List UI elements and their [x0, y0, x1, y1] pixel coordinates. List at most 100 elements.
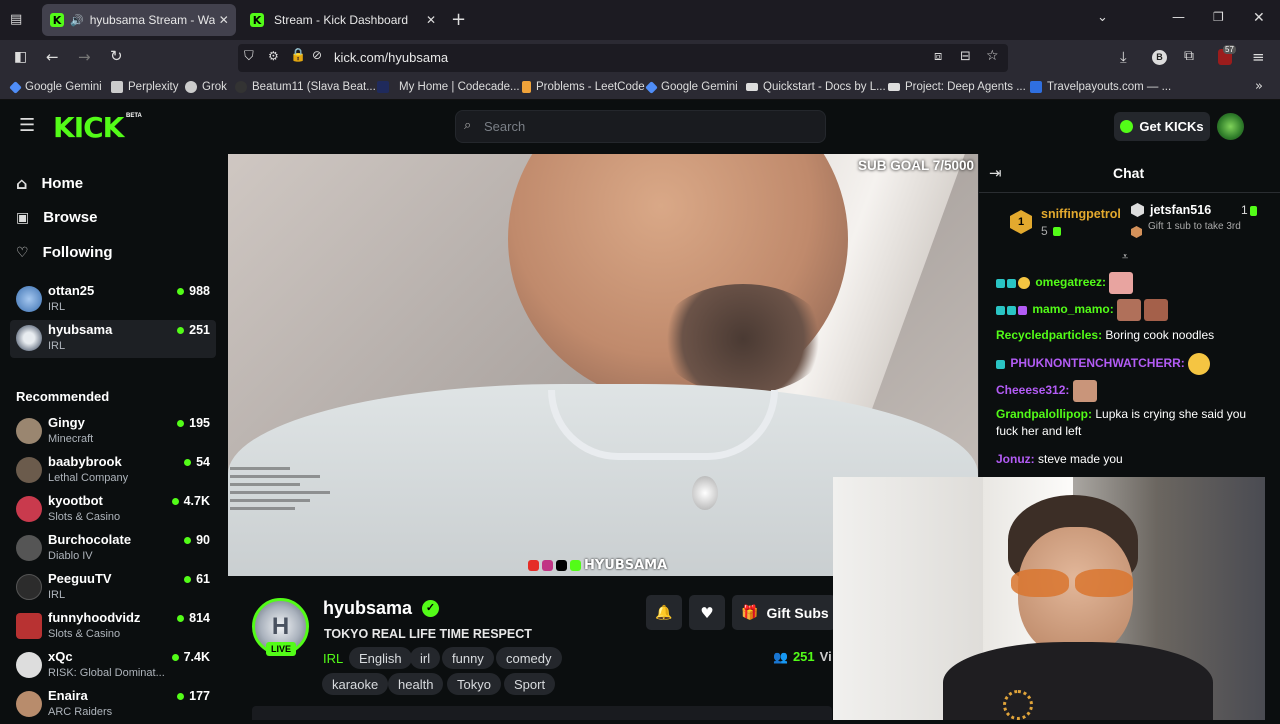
permissions-icon[interactable]: ⚙	[268, 49, 279, 63]
emote-image	[1188, 353, 1211, 375]
recommended-channel[interactable]: Burchocolate Diablo IV 90	[10, 530, 216, 568]
tag-chip[interactable]: Tokyo	[447, 673, 501, 695]
window-close-icon[interactable]: ✕	[1253, 10, 1265, 26]
back-icon[interactable]: ←	[46, 48, 59, 66]
search-input[interactable]: ⌕ Search	[455, 110, 826, 143]
sidebar-item-home[interactable]: ⌂ Home	[16, 174, 83, 193]
bookmark-item[interactable]: Quickstart - Docs by L...	[746, 81, 886, 93]
chat-message: Recycledparticles: Boring cook noodles	[996, 328, 1215, 342]
sidebar-item-browse[interactable]: ▣ Browse	[16, 209, 97, 226]
tab-close-icon[interactable]: ✕	[219, 13, 229, 27]
reload-icon[interactable]: ↻	[110, 47, 123, 65]
bookmark-item[interactable]: Grok	[185, 81, 227, 93]
chat-username[interactable]: omegatreez	[1035, 275, 1102, 289]
kick-icon	[570, 560, 581, 571]
user-avatar[interactable]	[1217, 113, 1244, 140]
tag-chip[interactable]: comedy	[496, 647, 562, 669]
stream-chat-overlay	[230, 462, 340, 572]
sub-badge-icon	[1007, 305, 1016, 315]
avatar	[16, 286, 42, 312]
menu-icon[interactable]: ≡	[1252, 48, 1265, 66]
recommended-channel[interactable]: funnyhoodvidz Slots & Casino 814	[10, 608, 216, 646]
social-watermark: HYUBSAMA	[528, 558, 667, 573]
chat-username[interactable]: PHUKNONTENCHWATCHERR	[1010, 356, 1180, 370]
avatar	[16, 418, 42, 444]
top-gifter-name[interactable]: sniffingpetrol	[1041, 207, 1121, 221]
muted-icon[interactable]: ⊘	[312, 48, 322, 62]
tag-chip[interactable]: karaoke	[322, 673, 389, 695]
tag-chip[interactable]: health	[388, 673, 444, 695]
recommended-channel[interactable]: PeeguuTV IRL 61	[10, 569, 216, 607]
second-gifter-count: 1	[1241, 203, 1248, 217]
recommended-channel[interactable]: Enaira ARC Raiders 177	[10, 686, 216, 724]
maximize-icon[interactable]: ❐	[1213, 10, 1224, 24]
tab-overflow-chevron-icon[interactable]: ⌄	[1097, 10, 1108, 25]
recommended-channel[interactable]: xQc RISK: Global Dominat... 7.4K	[10, 647, 216, 685]
bookmark-item[interactable]: Beatum11 (Slava Beat...	[235, 81, 376, 93]
download-icon[interactable]: ⤓	[1120, 48, 1127, 66]
second-gifter-name[interactable]: jetsfan516	[1150, 203, 1211, 217]
bookmark-item[interactable]: Perplexity	[111, 81, 179, 93]
bookmark-star-icon[interactable]: ☆	[986, 48, 999, 64]
extensions-icon[interactable]: ⧉	[1184, 48, 1194, 64]
bookmark-item[interactable]: Google Gemini	[645, 80, 738, 94]
chat-username[interactable]: Jonuz	[996, 452, 1031, 466]
tab-kick-dashboard[interactable]: K Stream - Kick Dashboard ✕	[242, 4, 440, 36]
get-kicks-button[interactable]: Get KICKs	[1114, 112, 1210, 141]
recommended-channel[interactable]: kyootbot Slots & Casino 4.7K	[10, 491, 216, 529]
lock-icon[interactable]: 🔒	[290, 48, 306, 63]
picture-in-picture-icon[interactable]: ⧈	[934, 49, 942, 64]
tag-chip[interactable]: Sport	[504, 673, 556, 695]
minimize-icon[interactable]: —	[1172, 10, 1185, 25]
browser-tab-bar: ▤ K 🔊 hyubsama Stream - Watch Live ✕ K S…	[0, 0, 1280, 40]
new-tab-button[interactable]: +	[451, 9, 466, 30]
followed-channel-ottan25[interactable]: ottan25 IRL 988	[10, 281, 216, 319]
category-link[interactable]: IRL	[323, 651, 343, 666]
bookmark-item[interactable]: Google Gemini	[9, 80, 102, 94]
leetcode-icon	[522, 81, 531, 93]
shield-icon[interactable]: ⛉	[244, 49, 254, 64]
url-bar[interactable]: ⛉ ⚙ 🔒 ⊘ kick.com/hyubsama ⧈ ⊟ ☆	[238, 44, 1008, 72]
rank-badge: 1	[1010, 210, 1032, 234]
expand-leaderboard-icon[interactable]: ⩡	[1122, 250, 1128, 264]
url-text[interactable]: kick.com/hyubsama	[334, 50, 448, 65]
live-badge: LIVE	[266, 642, 296, 656]
sidebar-toggle-icon[interactable]: ◧	[14, 49, 27, 65]
tag-chip[interactable]: irl	[410, 647, 441, 669]
chat-panel: ⇥ Chat 1 sniffingpetrol 5 jetsfan516 1 G…	[978, 154, 1280, 477]
recommended-channel[interactable]: Gingy Minecraft 195	[10, 413, 216, 451]
bookmarks-overflow-icon[interactable]: »	[1255, 79, 1263, 94]
follow-button[interactable]: ♥	[689, 595, 725, 630]
bookmark-item[interactable]: My Home | Codecade...	[377, 81, 520, 93]
forward-icon[interactable]: →	[78, 48, 91, 66]
tag-chip[interactable]: funny	[442, 647, 494, 669]
bookmark-item[interactable]: Travelpayouts.com — ...	[1030, 81, 1171, 93]
sidebar-item-following[interactable]: ♡ Following	[16, 244, 113, 261]
docs-icon	[746, 83, 758, 91]
emote-image	[1072, 380, 1097, 402]
notify-bell-button[interactable]: 🔔	[646, 595, 682, 630]
bookmark-item[interactable]: Project: Deep Agents ...	[888, 81, 1026, 93]
followed-channel-hyubsama[interactable]: hyubsama IRL 251	[10, 320, 216, 358]
tag-chip[interactable]: English	[349, 647, 412, 669]
streamer-name[interactable]: hyubsama	[323, 598, 412, 619]
chat-username[interactable]: mamo_mamo	[1032, 302, 1109, 316]
hamburger-menu-icon[interactable]: ☰	[19, 115, 35, 136]
perplexity-icon	[111, 81, 123, 93]
recommended-channel[interactable]: baabybrook Lethal Company 54	[10, 452, 216, 490]
collapse-chat-icon[interactable]: ⇥	[989, 164, 1002, 182]
kicks-coin-icon	[1120, 120, 1134, 133]
chat-username[interactable]: Recycledparticles	[996, 328, 1098, 342]
bookmark-item[interactable]: Problems - LeetCode	[522, 81, 645, 93]
gift-subs-button[interactable]: 🎁 Gift Subs	[732, 595, 836, 630]
profile-icon[interactable]: B	[1152, 50, 1167, 65]
chat-username[interactable]: Cheeese312	[996, 383, 1065, 397]
chat-username[interactable]: Grandpalollipop	[996, 407, 1088, 421]
tab-close-icon[interactable]: ✕	[426, 13, 436, 27]
tab-hyubsama[interactable]: K 🔊 hyubsama Stream - Watch Live ✕	[42, 4, 236, 36]
kick-logo[interactable]: KICK	[53, 111, 124, 144]
tab-list-icon[interactable]: ▤	[10, 12, 22, 27]
emote-image	[1144, 299, 1169, 321]
save-page-icon[interactable]: ⊟	[960, 49, 971, 64]
speaker-icon[interactable]: 🔊	[70, 14, 84, 27]
